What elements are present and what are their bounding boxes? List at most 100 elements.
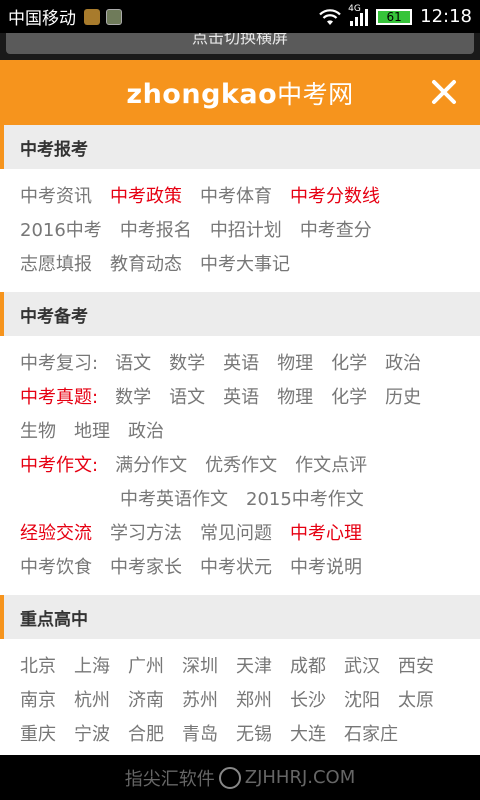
link-essay[interactable]: 中考英语作文	[120, 485, 228, 511]
battery-level: 61	[386, 9, 402, 24]
link-row: 志愿填报 教育动态 中考大事记	[20, 246, 480, 280]
link-subject[interactable]: 数学	[115, 383, 151, 409]
link-news[interactable]: 中考资讯	[20, 182, 92, 208]
section-body-highschools: 北京 上海 广州 深圳 天津 成都 武汉 西安 南京 杭州 济南 苏州 郑州 长…	[0, 639, 480, 762]
link-sports[interactable]: 中考体育	[200, 182, 272, 208]
wifi-icon	[319, 8, 341, 25]
link-row: 北京 上海 广州 深圳 天津 成都 武汉 西安	[20, 648, 480, 682]
link-city[interactable]: 广州	[128, 652, 164, 678]
link-row: 2016中考 中考报名 中招计划 中考查分	[20, 212, 480, 246]
link-subject[interactable]: 化学	[331, 349, 367, 375]
watermark-left: 指尖汇软件	[124, 768, 215, 790]
link-subject[interactable]: 物理	[277, 349, 313, 375]
rotate-screen-button[interactable]: 点击切换横屏	[6, 33, 474, 54]
link-score-line[interactable]: 中考分数线	[290, 182, 380, 208]
clock: 12:18	[420, 6, 472, 27]
brand-en: zhongkao	[126, 78, 278, 110]
link-essay[interactable]: 优秀作文	[205, 451, 277, 477]
link-register[interactable]: 中考报名	[120, 216, 192, 242]
link-city[interactable]: 成都	[290, 652, 326, 678]
link-subject[interactable]: 英语	[223, 383, 259, 409]
bottom-bar: 指尖汇软件 ZJHHRJ.COM	[0, 755, 480, 800]
link-score-query[interactable]: 中考查分	[300, 216, 372, 242]
section-header-beikao: 中考备考	[0, 292, 480, 336]
link-subject[interactable]: 英语	[223, 349, 259, 375]
link-top-scorers[interactable]: 中考状元	[200, 553, 272, 579]
link-2016[interactable]: 2016中考	[20, 216, 102, 242]
link-city[interactable]: 合肥	[128, 720, 164, 746]
link-diet[interactable]: 中考饮食	[20, 553, 92, 579]
link-city[interactable]: 苏州	[182, 686, 218, 712]
link-city[interactable]: 南京	[20, 686, 56, 712]
link-city[interactable]: 太原	[398, 686, 434, 712]
link-subject[interactable]: 数学	[169, 349, 205, 375]
link-subject[interactable]: 物理	[277, 383, 313, 409]
notification-app-icon	[84, 8, 100, 25]
section-body-beikao: 中考复习: 语文 数学 英语 物理 化学 政治 中考真题: 数学 语文 英语 物…	[0, 336, 480, 595]
link-row: 中考英语作文 2015中考作文	[20, 481, 480, 515]
link-city[interactable]: 西安	[398, 652, 434, 678]
link-subject[interactable]: 政治	[128, 417, 164, 443]
link-essay[interactable]: 2015中考作文	[246, 485, 364, 511]
link-edu-news[interactable]: 教育动态	[110, 250, 182, 276]
link-city[interactable]: 武汉	[344, 652, 380, 678]
link-city[interactable]: 北京	[20, 652, 56, 678]
past-papers-label[interactable]: 中考真题:	[20, 383, 98, 409]
link-row: 中考资讯 中考政策 中考体育 中考分数线	[20, 178, 480, 212]
link-essay[interactable]: 满分作文	[115, 451, 187, 477]
status-bar: 中国移动 4G 61 12:18	[0, 0, 480, 33]
link-city[interactable]: 重庆	[20, 720, 56, 746]
link-city[interactable]: 深圳	[182, 652, 218, 678]
link-row: 南京 杭州 济南 苏州 郑州 长沙 沈阳 太原	[20, 682, 480, 716]
watermark-logo-icon	[218, 766, 241, 789]
link-exam-notes[interactable]: 中考说明	[290, 553, 362, 579]
link-subject[interactable]: 化学	[331, 383, 367, 409]
link-row: 经验交流 学习方法 常见问题 中考心理	[20, 515, 480, 549]
link-events[interactable]: 中考大事记	[200, 250, 290, 276]
signal-icon: 4G	[348, 4, 369, 26]
menu-content: 中考报考 中考资讯 中考政策 中考体育 中考分数线 2016中考 中考报名 中招…	[0, 125, 480, 762]
link-city[interactable]: 上海	[74, 652, 110, 678]
link-application[interactable]: 志愿填报	[20, 250, 92, 276]
link-psychology[interactable]: 中考心理	[290, 519, 362, 545]
link-row: 中考真题: 数学 语文 英语 物理 化学 历史	[20, 379, 480, 413]
link-city[interactable]: 石家庄	[344, 720, 398, 746]
link-city[interactable]: 沈阳	[344, 686, 380, 712]
link-plan[interactable]: 中招计划	[210, 216, 282, 242]
link-subject[interactable]: 历史	[385, 383, 421, 409]
link-city[interactable]: 青岛	[182, 720, 218, 746]
review-label[interactable]: 中考复习:	[20, 349, 98, 375]
link-subject[interactable]: 政治	[385, 349, 421, 375]
link-city[interactable]: 长沙	[290, 686, 326, 712]
link-city[interactable]: 杭州	[74, 686, 110, 712]
link-experience[interactable]: 经验交流	[20, 519, 92, 545]
link-city[interactable]: 宁波	[74, 720, 110, 746]
essay-label[interactable]: 中考作文:	[20, 451, 98, 477]
rotate-strip: 点击切换横屏	[0, 33, 480, 60]
carrier-name: 中国移动	[8, 9, 76, 29]
link-row: 中考饮食 中考家长 中考状元 中考说明	[20, 549, 480, 583]
section-header-highschools: 重点高中	[0, 595, 480, 639]
link-subject[interactable]: 语文	[169, 383, 205, 409]
link-policy[interactable]: 中考政策	[110, 182, 182, 208]
link-city[interactable]: 大连	[290, 720, 326, 746]
link-subject[interactable]: 地理	[74, 417, 110, 443]
link-faq[interactable]: 常见问题	[200, 519, 272, 545]
link-city[interactable]: 无锡	[236, 720, 272, 746]
notification-image-icon	[106, 8, 122, 25]
link-city[interactable]: 郑州	[236, 686, 272, 712]
battery-icon: 61	[376, 8, 413, 25]
link-city[interactable]: 济南	[128, 686, 164, 712]
link-subject[interactable]: 生物	[20, 417, 56, 443]
link-essay[interactable]: 作文点评	[295, 451, 367, 477]
link-row: 中考复习: 语文 数学 英语 物理 化学 政治	[20, 345, 480, 379]
link-city[interactable]: 天津	[236, 652, 272, 678]
link-row: 重庆 宁波 合肥 青岛 无锡 大连 石家庄	[20, 716, 480, 750]
network-type: 4G	[348, 3, 361, 14]
close-icon[interactable]	[430, 78, 458, 106]
link-subject[interactable]: 语文	[115, 349, 151, 375]
header-bar: zhongkao中考网	[0, 60, 480, 125]
site-logo[interactable]: zhongkao中考网	[126, 75, 353, 111]
link-methods[interactable]: 学习方法	[110, 519, 182, 545]
link-parents[interactable]: 中考家长	[110, 553, 182, 579]
